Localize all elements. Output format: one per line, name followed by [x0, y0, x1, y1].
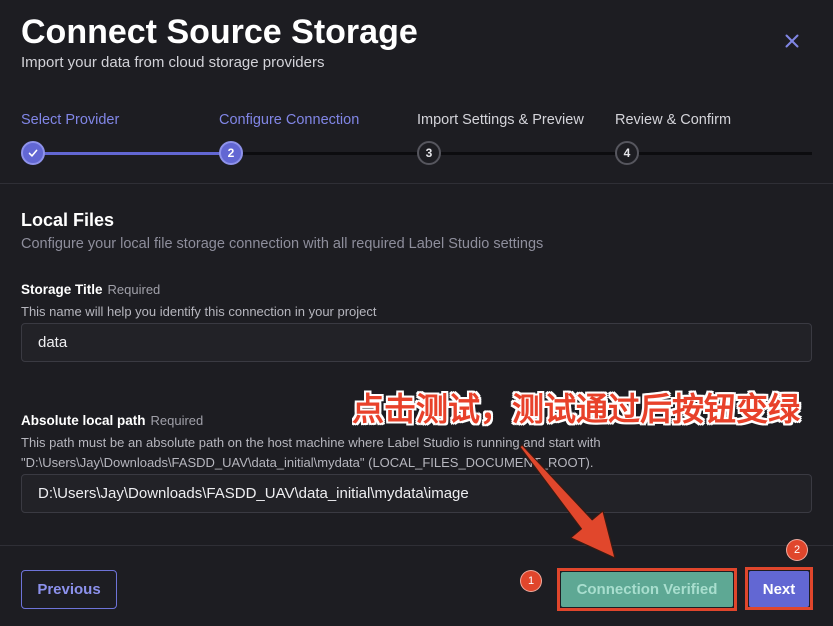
step-1-marker — [21, 141, 45, 165]
close-button[interactable] — [782, 31, 802, 51]
local-path-help-line-2: "D:\Users\Jay\Downloads\FASDD_UAV\data_i… — [21, 455, 594, 470]
step-3-marker: 3 — [417, 141, 441, 165]
stepper-track-progress — [33, 151, 231, 155]
step-2-marker: 2 — [219, 141, 243, 165]
annotation-callout-text: 点击测试，测试通过后按钮变绿 — [352, 390, 801, 428]
check-icon — [28, 149, 38, 157]
header-divider — [0, 183, 833, 184]
annotation-marker-2: 2 — [786, 539, 808, 561]
local-path-help-line-1: This path must be an absolute path on th… — [21, 435, 601, 450]
dialog-subtitle: Import your data from cloud storage prov… — [21, 54, 325, 71]
step-label-configure-connection: Configure Connection — [219, 112, 360, 128]
local-path-input[interactable] — [21, 474, 812, 513]
step-4-marker: 4 — [615, 141, 639, 165]
annotation-marker-1: 1 — [520, 570, 542, 592]
storage-title-label-text: Storage Title — [21, 282, 103, 297]
storage-title-label: Storage Title Required — [21, 282, 160, 298]
step-label-import-settings: Import Settings & Preview — [417, 112, 584, 128]
connection-verified-button[interactable]: Connection Verified — [561, 572, 733, 607]
required-tag: Required — [107, 282, 161, 297]
next-button[interactable]: Next — [749, 571, 809, 607]
step-number: 4 — [623, 146, 631, 160]
step-number: 3 — [425, 146, 433, 160]
footer-divider — [0, 545, 833, 546]
close-icon — [785, 34, 799, 48]
section-description: Configure your local file storage connec… — [21, 236, 544, 252]
step-number: 2 — [227, 146, 235, 160]
storage-title-help: This name will help you identify this co… — [21, 304, 377, 319]
local-path-label: Absolute local path Required — [21, 413, 203, 429]
step-label-review-confirm: Review & Confirm — [615, 112, 732, 128]
step-label-select-provider: Select Provider — [21, 112, 120, 128]
previous-button[interactable]: Previous — [21, 570, 117, 609]
dialog-title: Connect Source Storage — [21, 13, 418, 51]
section-title: Local Files — [21, 210, 115, 230]
storage-title-input[interactable] — [21, 323, 812, 362]
required-tag: Required — [150, 413, 204, 428]
local-path-label-text: Absolute local path — [21, 413, 146, 428]
